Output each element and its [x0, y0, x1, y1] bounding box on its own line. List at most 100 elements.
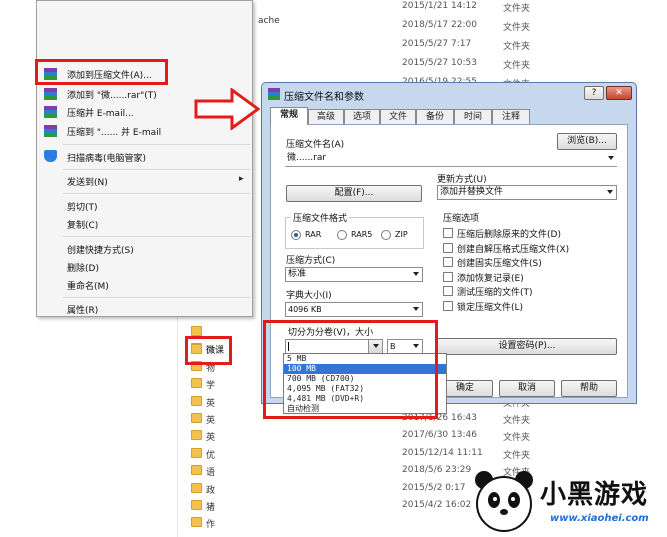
- checkbox[interactable]: [443, 228, 453, 238]
- shield-icon: [44, 150, 57, 162]
- chevron-down-icon: [608, 156, 614, 160]
- menu-item-cut[interactable]: 剪切(T): [39, 197, 250, 214]
- format-group-label: 压缩文件格式: [291, 211, 350, 224]
- arrow-right-icon: [194, 88, 260, 130]
- highlight-box-menu: [35, 59, 168, 85]
- chevron-down-icon: [607, 190, 613, 194]
- close-button[interactable]: ✕: [606, 86, 632, 100]
- update-mode-select[interactable]: 添加并替换文件: [437, 185, 617, 200]
- option-label: 创建固实压缩文件(S): [457, 259, 542, 270]
- menu-item-label: 压缩并 E-mail...: [67, 109, 134, 119]
- radio-button[interactable]: [291, 230, 301, 240]
- tab-advanced[interactable]: 高级: [308, 109, 344, 125]
- dialog-title: 压缩文件名和参数: [284, 92, 364, 103]
- row-date: 2015/5/27 10:53: [402, 58, 477, 68]
- folder-icon: [191, 326, 202, 336]
- tab-backup[interactable]: 备份: [416, 109, 454, 125]
- table-row[interactable]: 优 2015/12/14 11:11 文件夹: [0, 446, 667, 463]
- folder-icon: [191, 395, 202, 406]
- watermark-url: www.xiaohei.com: [550, 513, 649, 524]
- tab-general[interactable]: 常规: [270, 107, 308, 125]
- folder-icon: [191, 517, 202, 528]
- chevron-down-icon: [413, 272, 419, 276]
- checkbox[interactable]: [443, 242, 453, 253]
- folder-icon: [191, 465, 202, 476]
- profiles-button[interactable]: 配置(F)...: [286, 185, 422, 202]
- checkbox[interactable]: [443, 257, 453, 268]
- menu-item-delete[interactable]: 删除(D): [39, 258, 250, 275]
- row-name: 英: [206, 416, 216, 426]
- row-type: 文件夹: [503, 416, 531, 426]
- archive-name-field[interactable]: 微......rar: [285, 152, 617, 167]
- menu-separator: [63, 144, 250, 145]
- options-group-label: 压缩选项: [443, 214, 480, 224]
- radio-button[interactable]: [381, 230, 391, 240]
- menu-item-label: 发送到(N): [67, 178, 108, 188]
- row-type: 文件夹: [503, 42, 531, 52]
- menu-item-virus-scan[interactable]: 扫描病毒(电脑管家): [39, 148, 250, 165]
- option-label: 压缩后删除原来的文件(D): [457, 230, 561, 240]
- tab-comment[interactable]: 注释: [492, 109, 530, 125]
- menu-separator: [63, 297, 250, 298]
- tab-label: 时间: [463, 112, 482, 122]
- set-password-button[interactable]: 设置密码(P)...: [437, 338, 617, 355]
- tab-label: 备份: [425, 112, 444, 122]
- folder-icon: [191, 500, 202, 510]
- help-title-button[interactable]: ?: [584, 86, 604, 100]
- row-date: 2017/6/30 13:46: [402, 430, 477, 441]
- menu-item-create-shortcut[interactable]: 创建快捷方式(S): [39, 240, 250, 257]
- tab-time[interactable]: 时间: [454, 109, 492, 125]
- dictionary-label: 字典大小(I): [286, 291, 332, 301]
- folder-icon: [191, 413, 202, 423]
- menu-item-label: 删除(D): [67, 264, 99, 274]
- row-name: 猪: [206, 503, 216, 513]
- dictionary-value: 4096 KB: [288, 305, 322, 314]
- row-name: 英: [206, 398, 216, 409]
- row-name: 优: [206, 450, 216, 461]
- tab-label: 文件: [388, 112, 407, 122]
- table-row[interactable]: 英 2017/6/30 13:46 文件夹: [0, 428, 667, 445]
- menu-item-label: 创建快捷方式(S): [67, 246, 134, 256]
- menu-item-label: 剪切(T): [67, 203, 98, 213]
- help-icon: ?: [591, 88, 597, 98]
- menu-item-label: 扫描病毒(电脑管家): [67, 154, 147, 164]
- menu-separator: [63, 169, 250, 170]
- winrar-icon: [268, 88, 280, 100]
- menu-item-copy[interactable]: 复制(C): [39, 215, 250, 232]
- folder-icon: [191, 344, 202, 354]
- tab-options[interactable]: 选项: [344, 109, 380, 125]
- archive-name-label: 压缩文件名(A): [286, 140, 345, 150]
- panda-logo-icon: [475, 471, 533, 532]
- chevron-down-icon: [413, 307, 419, 311]
- folder-icon: [191, 430, 202, 441]
- row-name: 作: [206, 520, 216, 531]
- tab-label: 选项: [352, 112, 371, 122]
- menu-item-label: 重命名(M): [67, 282, 109, 292]
- row-date: 2018/5/17 22:00: [402, 20, 477, 30]
- update-mode-label: 更新方式(U): [437, 175, 487, 185]
- dictionary-select[interactable]: 4096 KB: [285, 302, 423, 317]
- tab-label: 常规: [279, 110, 298, 120]
- menu-item-rename[interactable]: 重命名(M): [39, 276, 250, 293]
- context-menu: 添加到压缩文件(A)... 添加到 "微......rar"(T) 压缩并 E-…: [36, 0, 253, 317]
- row-date: 2018/5/6 23:29: [402, 465, 472, 476]
- browse-button[interactable]: 浏览(B)...: [557, 133, 617, 150]
- row-date: 2015/5/2 0:17: [402, 482, 466, 493]
- watermark: 小黑游戏 www.xiaohei.com: [470, 466, 667, 537]
- menu-separator: [63, 193, 250, 194]
- menu-item-send-to[interactable]: 发送到(N) ▸: [39, 172, 250, 189]
- menu-item-label: 属性(R): [67, 306, 99, 316]
- cancel-button[interactable]: 取消: [499, 380, 555, 397]
- row-type: 文件夹: [503, 61, 531, 71]
- menu-item-properties[interactable]: 属性(R): [39, 300, 250, 317]
- tab-files[interactable]: 文件: [380, 109, 416, 125]
- checkbox[interactable]: [443, 286, 453, 297]
- format-label: RAR: [305, 230, 322, 239]
- checkbox[interactable]: [443, 271, 453, 282]
- method-select[interactable]: 标准: [285, 267, 423, 282]
- option-label: 测试压缩的文件(T): [457, 288, 533, 299]
- checkbox[interactable]: [443, 301, 453, 311]
- help-button[interactable]: 帮助: [561, 380, 617, 397]
- radio-button[interactable]: [337, 230, 347, 240]
- menu-separator: [63, 236, 250, 237]
